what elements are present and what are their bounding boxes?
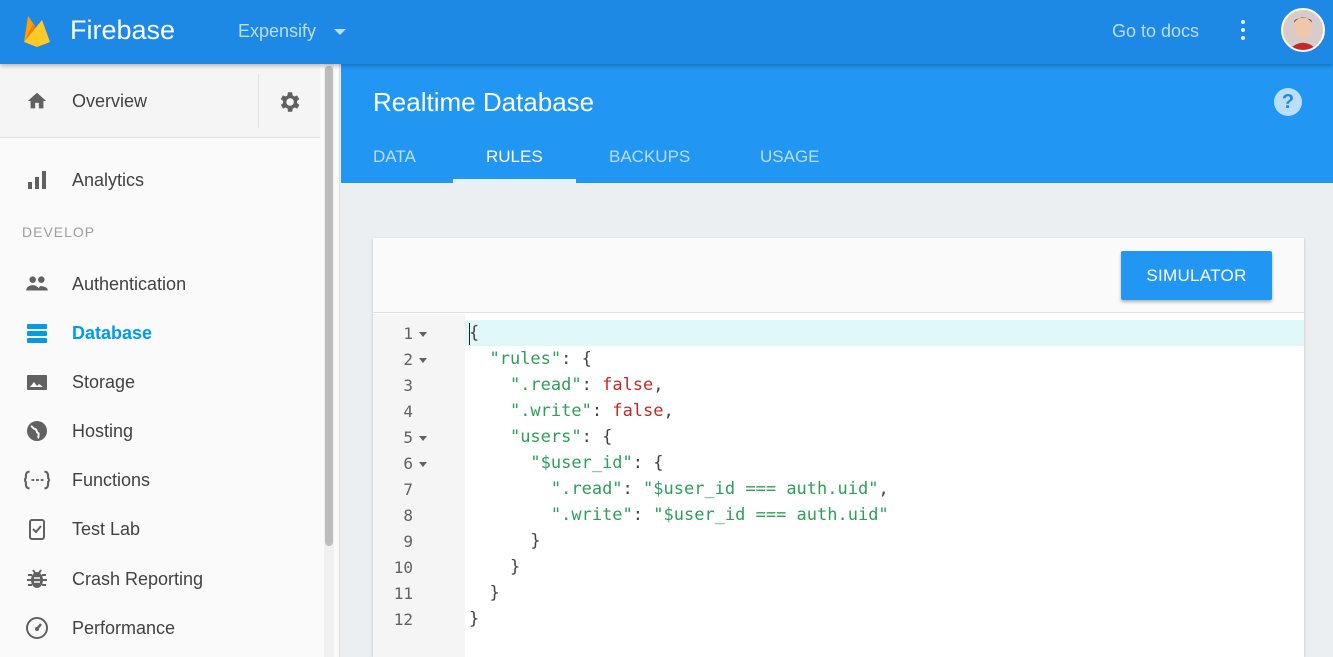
- code-line: "users": {: [509, 427, 613, 447]
- sidebar-item-authentication[interactable]: Authentication: [0, 264, 320, 304]
- line-number: 4: [403, 402, 413, 421]
- sidebar-item-label: Hosting: [72, 420, 134, 441]
- fold-toggle-icon[interactable]: [419, 436, 427, 441]
- fold-toggle-icon[interactable]: [419, 332, 427, 337]
- overview-row: Overview: [0, 64, 320, 138]
- sidebar-item-analytics[interactable]: Analytics: [0, 160, 320, 200]
- tab-backups[interactable]: BACKUPS: [609, 147, 690, 183]
- project-name: Expensify: [238, 21, 317, 41]
- line-number: 7: [403, 480, 413, 499]
- tab-usage[interactable]: USAGE: [760, 147, 820, 183]
- sidebar-item-label: Overview: [72, 90, 148, 111]
- scrollbar-thumb[interactable]: [325, 66, 333, 546]
- line-number: 10: [393, 558, 413, 577]
- code-line: "rules": {: [489, 349, 592, 369]
- code-line: }: [469, 531, 541, 551]
- fold-toggle-icon[interactable]: [419, 462, 427, 467]
- bug-icon: [24, 566, 50, 592]
- line-number: 2: [403, 350, 413, 369]
- simulator-button[interactable]: SIMULATOR: [1121, 251, 1272, 300]
- help-icon[interactable]: ?: [1274, 88, 1302, 116]
- sidebar-item-label: Authentication: [72, 273, 187, 294]
- user-photo-icon: [1283, 10, 1323, 50]
- database-icon: [24, 320, 50, 346]
- sidebar-item-functions[interactable]: Functions: [0, 460, 320, 500]
- settings-gear-icon[interactable]: [276, 89, 302, 120]
- code-line: {: [469, 323, 480, 343]
- page-title: Realtime Database: [373, 87, 595, 117]
- active-line-highlight: [465, 320, 1304, 346]
- functions-icon: [24, 467, 50, 493]
- card-toolbar: SIMULATOR: [373, 238, 1304, 313]
- line-number: 12: [393, 610, 413, 629]
- line-number: 5: [403, 428, 413, 447]
- sidebar: Overview Analytics DEVELOP Authenticatio…: [0, 64, 340, 657]
- sidebar-item-database[interactable]: Database: [0, 313, 320, 353]
- chevron-down-icon: [334, 28, 347, 35]
- firebase-logo-icon[interactable]: [22, 12, 52, 48]
- sidebar-item-hosting[interactable]: Hosting: [0, 411, 320, 451]
- sidebar-item-crash-reporting[interactable]: Crash Reporting: [0, 559, 320, 599]
- sidebar-item-label: Functions: [72, 469, 151, 490]
- sidebar-item-label: Crash Reporting: [72, 568, 204, 589]
- globe-icon: [24, 418, 50, 444]
- text-cursor: [469, 323, 470, 345]
- top-app-bar: Firebase Expensify Go to docs: [0, 0, 1333, 64]
- line-number: 3: [403, 376, 413, 395]
- divider: [258, 74, 259, 128]
- clipboard-check-icon: [24, 516, 50, 542]
- sidebar-item-storage[interactable]: Storage: [0, 362, 320, 402]
- sidebar-item-performance[interactable]: Performance: [0, 608, 320, 648]
- code-line: "$user_id": {: [530, 453, 664, 473]
- go-to-docs-link[interactable]: Go to docs: [1112, 21, 1199, 42]
- code-line: ".read": "$user_id === auth.uid",: [550, 479, 889, 499]
- line-number: 9: [403, 532, 413, 551]
- sidebar-item-label: Database: [72, 322, 153, 343]
- line-number: 6: [403, 454, 413, 473]
- page-header: Realtime Database ? DATA RULES BACKUPS U…: [341, 64, 1333, 183]
- sidebar-item-overview[interactable]: Overview: [0, 81, 320, 121]
- tab-data[interactable]: DATA: [373, 147, 416, 183]
- fold-toggle-icon[interactable]: [419, 358, 427, 363]
- avatar[interactable]: [1281, 8, 1325, 52]
- line-number: 11: [393, 584, 413, 603]
- code-line: }: [469, 557, 521, 577]
- code-line: }: [469, 583, 500, 603]
- sidebar-item-label: Storage: [72, 371, 136, 392]
- code-line: }: [469, 609, 480, 629]
- bar-chart-icon: [24, 167, 50, 193]
- line-number: 8: [403, 506, 413, 525]
- sidebar-scrollbar[interactable]: [324, 64, 334, 657]
- section-label-develop: DEVELOP: [22, 224, 96, 240]
- sidebar-item-label: Test Lab: [72, 518, 141, 539]
- sidebar-item-label: Analytics: [72, 169, 145, 190]
- home-icon: [24, 88, 50, 114]
- more-vert-icon[interactable]: [1236, 18, 1250, 42]
- tab-rules[interactable]: RULES: [486, 147, 543, 183]
- brand-name[interactable]: Firebase: [70, 15, 175, 46]
- speedometer-icon: [24, 615, 50, 641]
- rules-editor-card: SIMULATOR 1 2 3 4 5 6 7 8 9 10 11 12 { "…: [373, 238, 1304, 657]
- code-line: ".write": false,: [509, 401, 674, 421]
- code-line: ".read": false,: [509, 375, 664, 395]
- sidebar-item-test-lab[interactable]: Test Lab: [0, 509, 320, 549]
- project-selector[interactable]: Expensify: [238, 21, 347, 42]
- active-tab-indicator: [453, 179, 576, 183]
- line-number: 1: [403, 324, 413, 343]
- code-line: ".write": "$user_id === auth.uid": [550, 505, 889, 525]
- sidebar-item-label: Performance: [72, 617, 176, 638]
- people-icon: [24, 271, 50, 297]
- photo-icon: [24, 369, 50, 395]
